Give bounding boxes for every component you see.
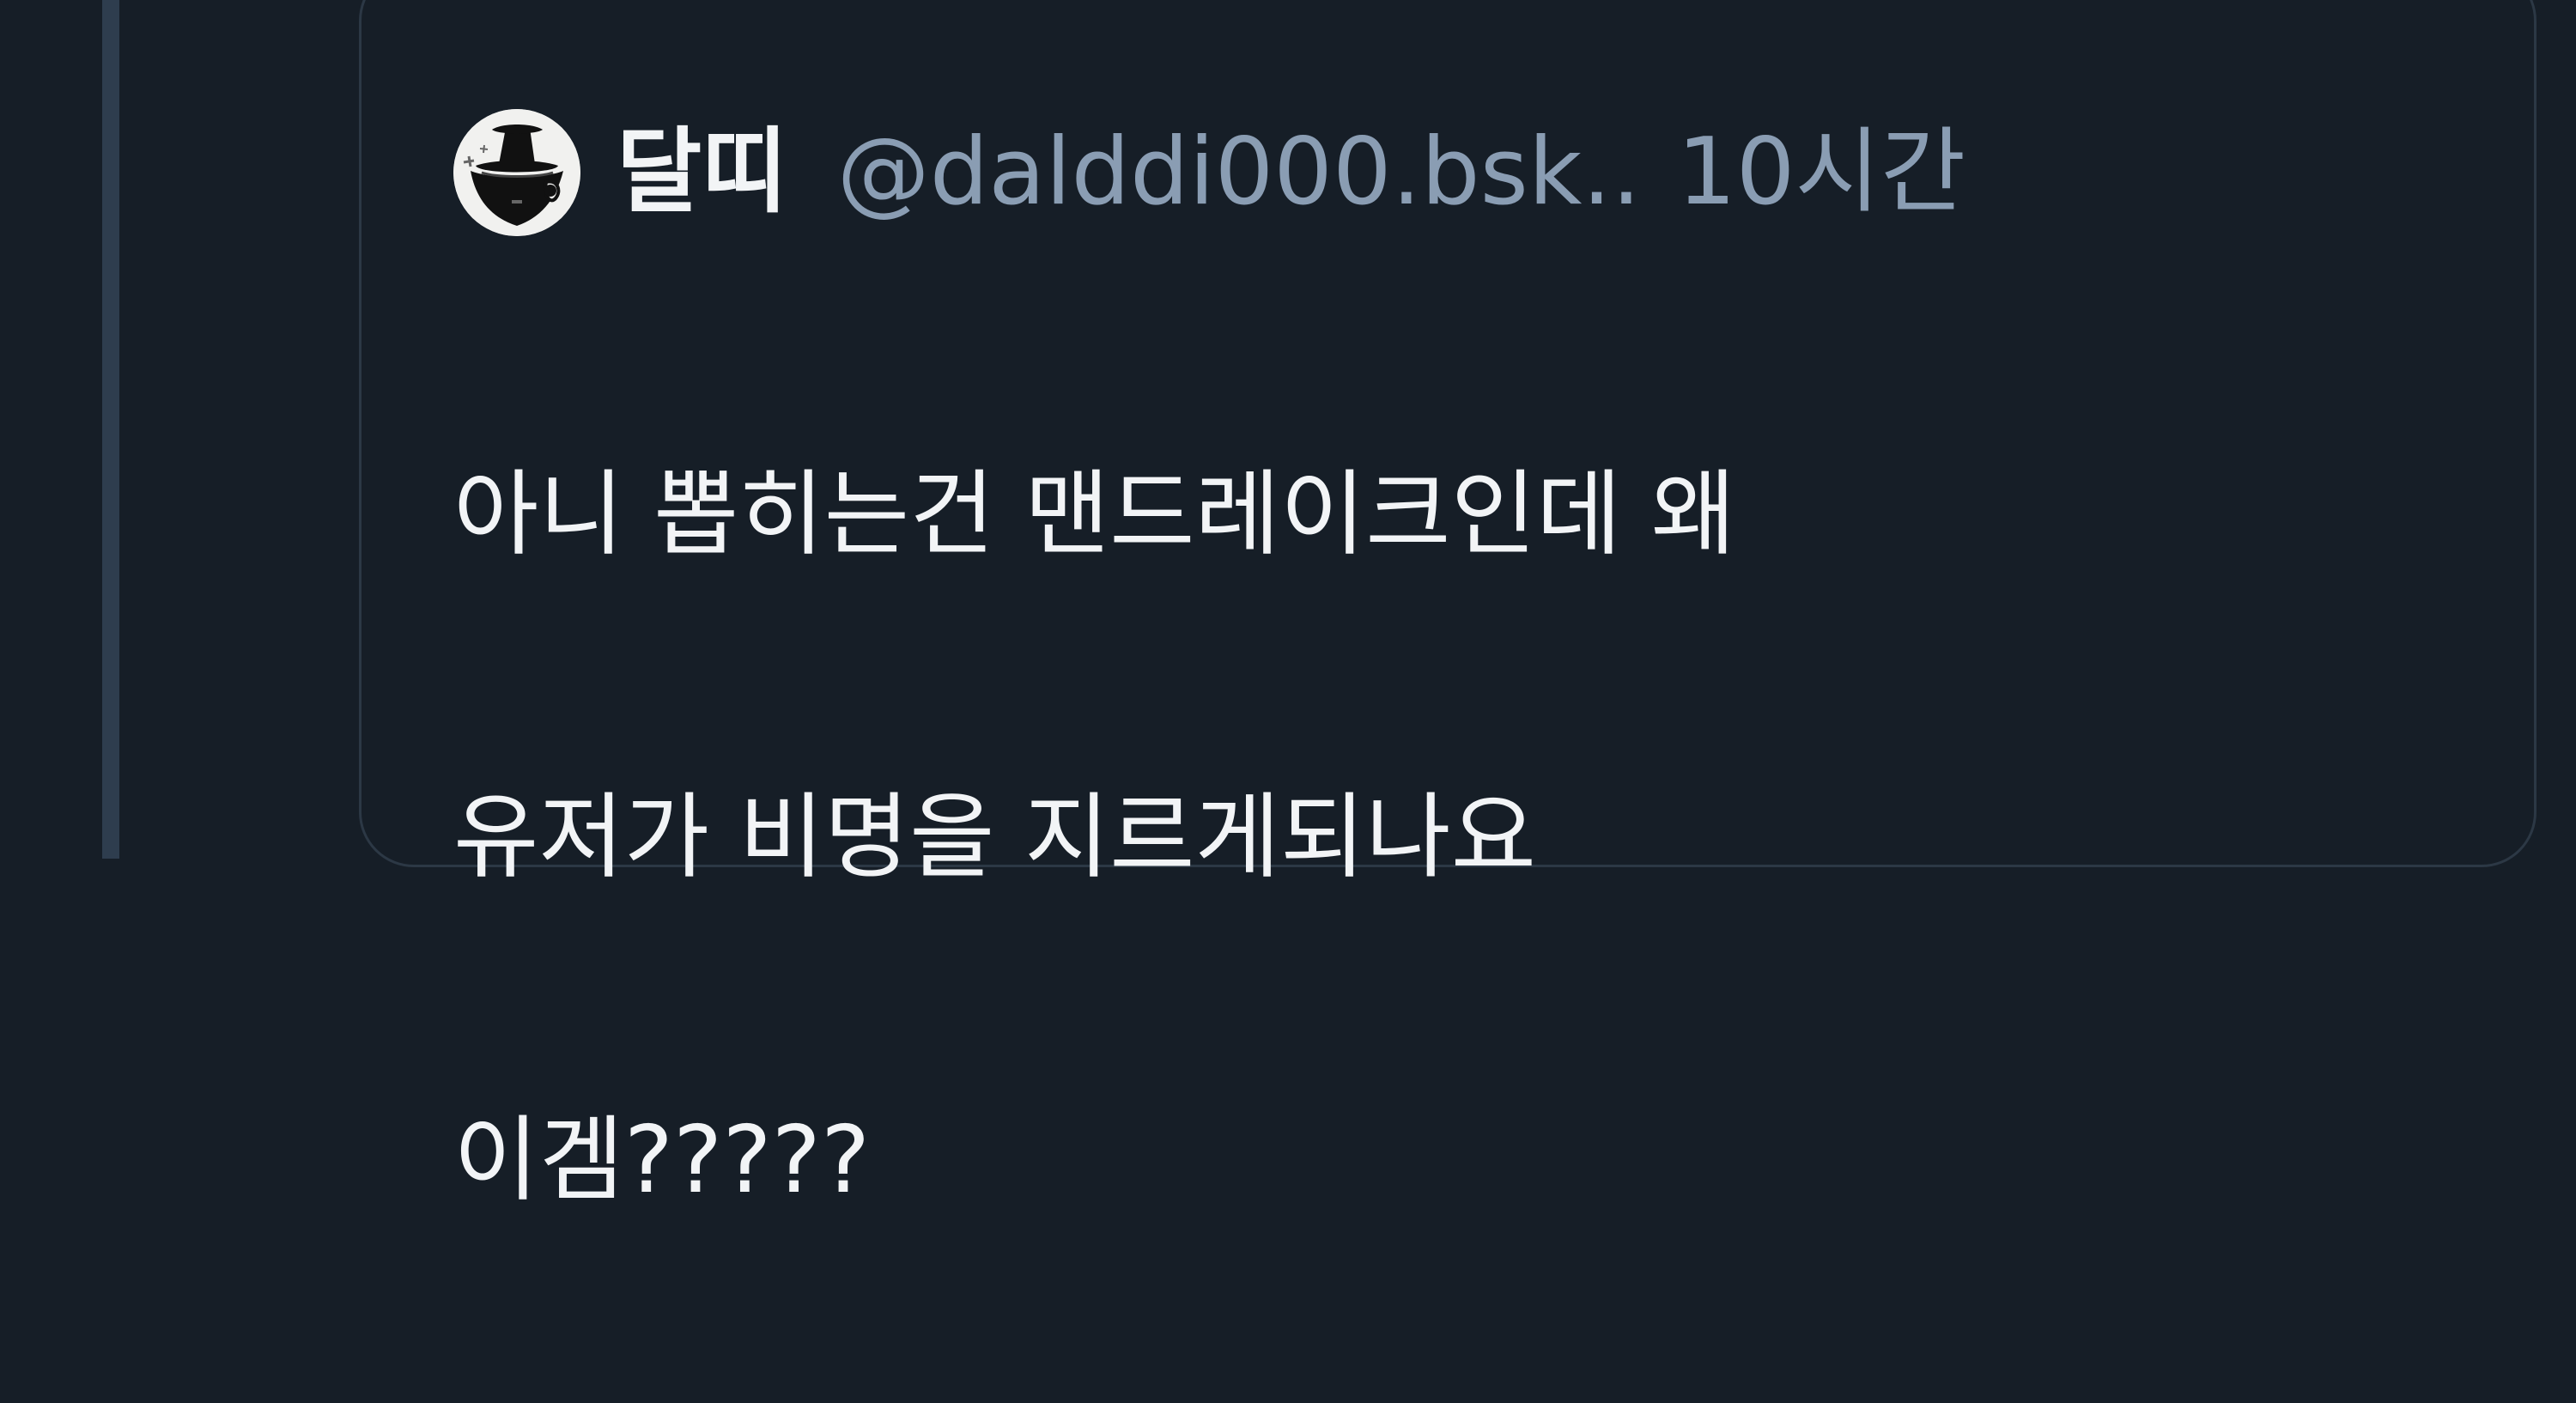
post-text-line: 아니 뽑히는건 맨드레이크인데 왜 (453, 461, 1737, 568)
author-handle[interactable]: @dalddi000.bsk.. (837, 108, 1641, 237)
post-text-line: 유저가 비명을 지르게되나요 (453, 784, 1536, 891)
quoted-post-text: 아니 뽑히는건 맨드레이크인데 왜 유저가 비명을 지르게되나요 이겜????? (453, 273, 2471, 1403)
quoted-post-author-row: 달띠 @dalddi000.bsk.. 10시간 (453, 108, 1965, 237)
witch-hat-avatar-icon (453, 109, 580, 236)
post-timestamp[interactable]: 10시간 (1677, 108, 1965, 237)
thread-connector-line (102, 0, 119, 859)
avatar[interactable] (453, 109, 580, 236)
post-text-line: 이겜????? (453, 1107, 871, 1214)
author-display-name[interactable]: 달띠 (617, 108, 787, 237)
